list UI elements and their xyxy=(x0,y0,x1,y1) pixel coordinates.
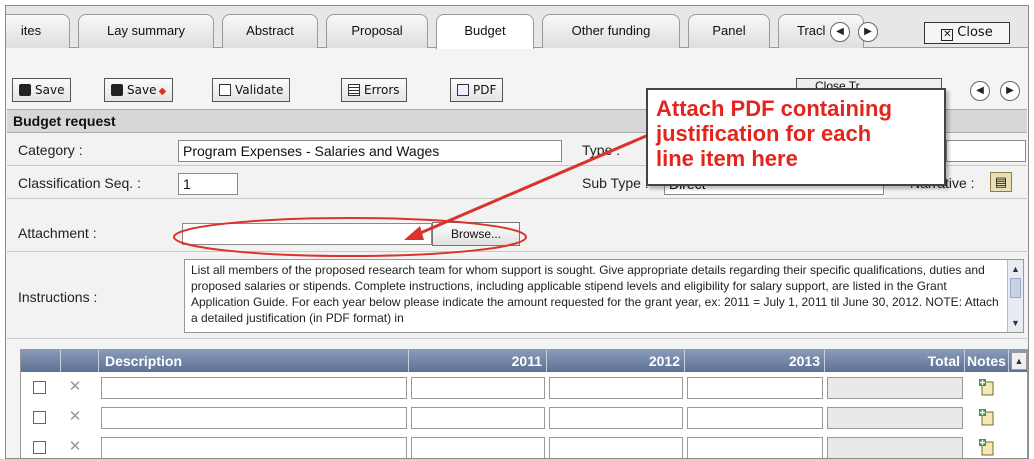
chevron-left-circle-icon[interactable]: ◀ xyxy=(830,22,850,42)
classification-field[interactable]: 1 xyxy=(178,173,238,195)
tab-label: Other funding xyxy=(571,23,651,38)
category-label: Category : xyxy=(18,142,83,158)
grid-header: Description 2011 2012 2013 Total Notes ▲ xyxy=(21,350,1027,372)
pdf-icon xyxy=(457,84,469,96)
delete-icon[interactable]: ✕ xyxy=(67,437,83,455)
callout-line-1: Attach PDF containing xyxy=(656,96,892,121)
scroll-down-icon[interactable]: ▼ xyxy=(1009,316,1022,330)
description-field[interactable] xyxy=(101,437,407,458)
scroll-thumb[interactable] xyxy=(1010,278,1021,298)
errors-button[interactable]: Errors xyxy=(341,78,407,102)
add-note-icon[interactable] xyxy=(979,438,995,456)
scroll-up-icon[interactable]: ▲ xyxy=(1011,352,1027,370)
year-2011-field[interactable] xyxy=(411,377,545,399)
year-2013-field[interactable] xyxy=(687,407,823,429)
instructions-label: Instructions : xyxy=(18,289,98,305)
chevron-left-circle-icon[interactable]: ◀ xyxy=(970,81,990,101)
type-label: Type : xyxy=(582,142,621,158)
close-icon: ✕ xyxy=(941,29,954,41)
save-next-label: Save xyxy=(127,83,157,97)
year-2012-field[interactable] xyxy=(549,407,683,429)
row-checkbox[interactable] xyxy=(33,441,46,454)
column-2011[interactable]: 2011 xyxy=(409,350,547,372)
tab-proposal[interactable]: Proposal xyxy=(326,14,428,48)
budget-window: ites Lay summary Abstract Proposal Budge… xyxy=(5,5,1029,459)
tab-label: Abstract xyxy=(246,23,294,38)
callout-line-2: justification for each xyxy=(656,121,872,146)
total-field xyxy=(827,437,963,458)
annotation-callout: Attach PDF containing justification for … xyxy=(646,88,946,186)
pdf-button[interactable]: PDF xyxy=(450,78,504,102)
row-checkbox[interactable] xyxy=(33,411,46,424)
save-button[interactable]: Save xyxy=(12,78,72,102)
add-note-icon[interactable] xyxy=(979,408,995,426)
table-row: ✕ xyxy=(21,402,1027,432)
tab-sites[interactable]: ites xyxy=(6,14,70,48)
validate-button[interactable]: Validate xyxy=(212,78,291,102)
floppy-disk-icon xyxy=(111,84,123,96)
tab-lay-summary[interactable]: Lay summary xyxy=(78,14,214,48)
column-2012[interactable]: 2012 xyxy=(547,350,685,372)
year-2012-field[interactable] xyxy=(549,377,683,399)
tab-label: Proposal xyxy=(351,23,403,38)
tab-tracking[interactable]: Tracl xyxy=(778,14,864,48)
table-row: ✕ xyxy=(21,432,1027,458)
attachment-label: Attachment : xyxy=(18,225,97,241)
tab-panel[interactable]: Panel xyxy=(688,14,770,48)
tab-budget[interactable]: Budget xyxy=(436,14,534,49)
tab-label: Panel xyxy=(712,23,746,38)
total-field xyxy=(827,377,963,399)
subtype-label: Sub Type : xyxy=(582,175,649,191)
instructions-text: List all members of the proposed researc… xyxy=(191,263,999,325)
classification-label: Classification Seq. : xyxy=(18,175,141,191)
instructions-scrollbar[interactable]: ▲ ▼ xyxy=(1007,260,1023,332)
validate-icon xyxy=(219,84,231,96)
category-field[interactable]: Program Expenses - Salaries and Wages xyxy=(178,140,562,162)
chevron-right-circle-icon[interactable]: ▶ xyxy=(1000,81,1020,101)
save-and-next-button[interactable]: Save ◆ xyxy=(104,78,174,102)
add-note-icon[interactable] xyxy=(979,378,995,396)
column-description[interactable]: Description xyxy=(99,350,409,372)
validate-label: Validate xyxy=(235,83,284,97)
tab-label: Lay summary xyxy=(106,23,186,38)
description-field[interactable] xyxy=(101,407,407,429)
attachment-field[interactable] xyxy=(182,223,432,245)
delete-icon[interactable]: ✕ xyxy=(67,407,83,425)
column-notes[interactable]: Notes xyxy=(965,350,1009,372)
tab-label: ites xyxy=(20,23,42,38)
column-total[interactable]: Total xyxy=(825,350,965,372)
floppy-disk-icon xyxy=(19,84,31,96)
total-field xyxy=(827,407,963,429)
description-field[interactable] xyxy=(101,377,407,399)
arrow-right-icon: ◆ xyxy=(158,86,167,97)
year-2011-field[interactable] xyxy=(411,407,545,429)
budget-line-items-grid: Description 2011 2012 2013 Total Notes ▲… xyxy=(20,349,1028,458)
tab-abstract[interactable]: Abstract xyxy=(222,14,318,48)
column-2013[interactable]: 2013 xyxy=(685,350,825,372)
tab-bar: ites Lay summary Abstract Proposal Budge… xyxy=(6,6,1028,49)
scroll-up-icon[interactable]: ▲ xyxy=(1009,262,1022,276)
year-2011-field[interactable] xyxy=(411,437,545,458)
tab-label: Budget xyxy=(464,23,506,38)
year-2013-field[interactable] xyxy=(687,437,823,458)
row-checkbox[interactable] xyxy=(33,381,46,394)
errors-label: Errors xyxy=(364,83,400,97)
chevron-right-circle-icon[interactable]: ▶ xyxy=(858,22,878,42)
tab-other-funding[interactable]: Other funding xyxy=(542,14,680,48)
browse-button[interactable]: Browse... xyxy=(432,222,520,246)
close-button[interactable]: ✕ Close xyxy=(924,22,1010,44)
delete-icon[interactable]: ✕ xyxy=(67,377,83,395)
narrative-icon[interactable]: ▤ xyxy=(990,172,1012,192)
tab-label: Tracl xyxy=(797,23,826,38)
instructions-box[interactable]: List all members of the proposed researc… xyxy=(184,259,1024,333)
pdf-label: PDF xyxy=(473,83,497,97)
type-field[interactable] xyxy=(946,140,1026,162)
save-label: Save xyxy=(35,83,65,97)
year-2012-field[interactable] xyxy=(549,437,683,458)
list-icon xyxy=(348,84,360,96)
table-row: ✕ xyxy=(21,372,1027,402)
close-label: Close xyxy=(957,25,993,40)
callout-line-3: line item here xyxy=(656,146,798,171)
year-2013-field[interactable] xyxy=(687,377,823,399)
